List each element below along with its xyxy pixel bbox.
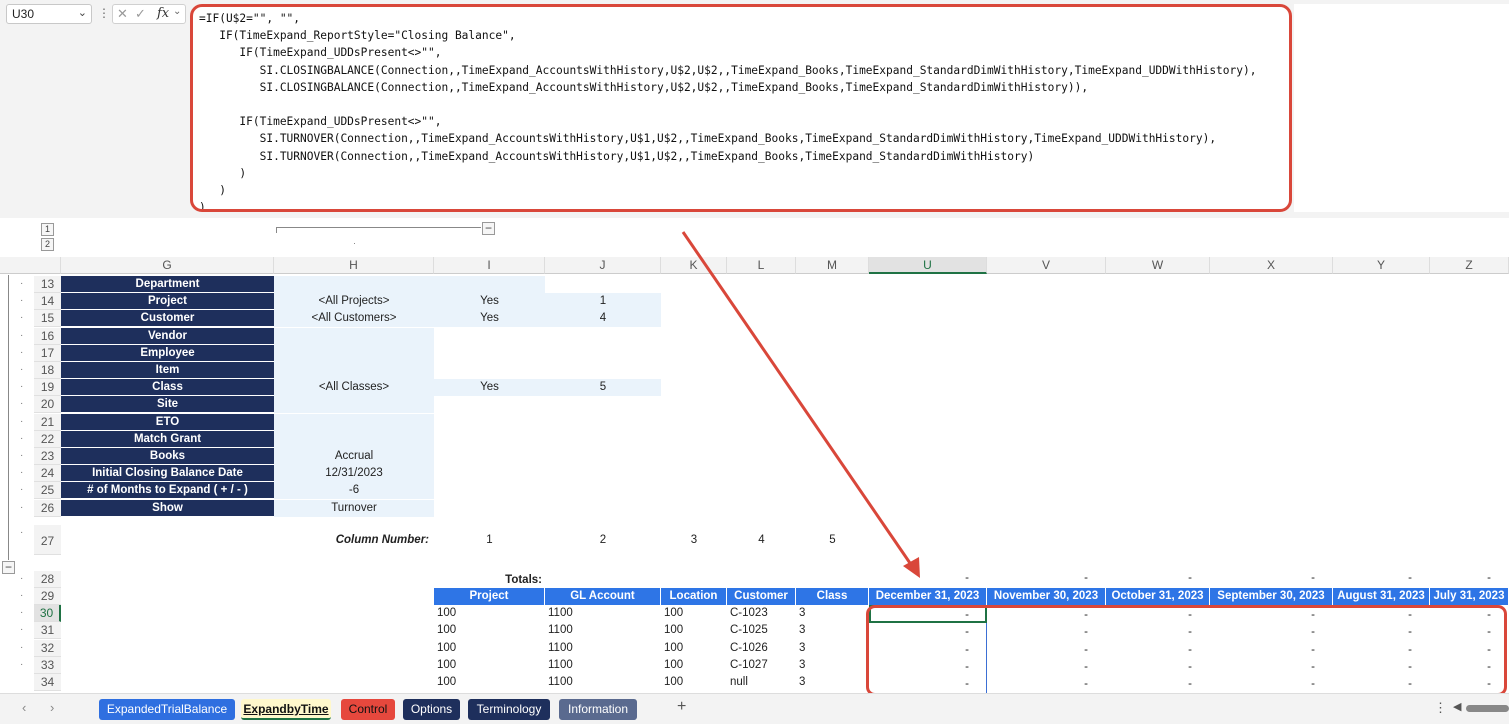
horizontal-scrollbar-thumb[interactable] [1466,705,1509,712]
add-sheet-button[interactable]: + [677,698,686,716]
sheet-tab-bar: ‹ › ExpandedTrialBalance ExpandbyTime Cont… [0,693,1509,724]
sheet-tab[interactable]: Information [559,699,637,720]
scroll-right-icon[interactable]: › [50,700,54,715]
highlight-box-values [866,605,1507,696]
sheet-tab[interactable]: ExpandedTrialBalance [99,699,235,720]
sheet-tab[interactable]: ExpandbyTime [241,699,331,720]
sheet-tab[interactable]: Options [403,699,460,720]
sheet-tab[interactable]: Terminology [468,699,550,720]
scroll-left-arrow-icon[interactable]: ◀ [1453,700,1461,713]
sheet-tab[interactable]: Control [341,699,395,720]
more-sheets-icon[interactable]: ⋮ [1434,700,1447,716]
scroll-left-icon[interactable]: ‹ [22,700,26,715]
